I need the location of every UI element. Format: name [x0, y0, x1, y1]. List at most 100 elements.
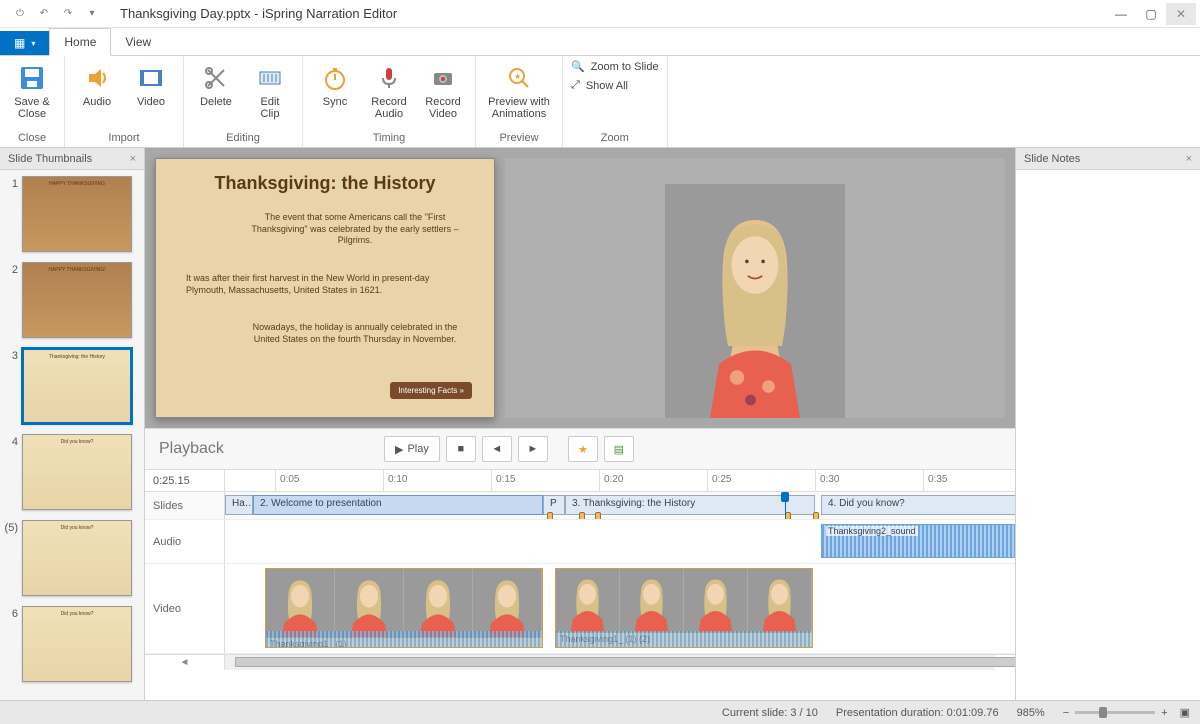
slide-paragraph: It was after their first harvest in the …	[156, 269, 494, 300]
close-panel-icon[interactable]: ×	[1186, 153, 1192, 165]
edit-clip-button[interactable]: Edit Clip	[246, 60, 294, 130]
slides-track[interactable]: Ha…2. Welcome to presentationP3. Thanksg…	[225, 492, 1015, 519]
thumbnail-item[interactable]: 4Did you know?	[4, 434, 140, 510]
zoom-slider-track[interactable]	[1075, 711, 1155, 714]
zoom-out-icon[interactable]: −	[1063, 707, 1069, 719]
thumbnail-item[interactable]: 3 Thanksgiving: the History	[4, 348, 140, 424]
video-frame	[473, 569, 542, 637]
video-clip[interactable]: Thanksgiving1_ (1) (2)	[555, 568, 813, 648]
horizontal-scrollbar[interactable]	[225, 655, 995, 670]
animation-marker[interactable]	[579, 512, 585, 519]
video-waveform	[266, 631, 542, 647]
zoom-slider-thumb[interactable]	[1099, 707, 1107, 718]
timeline-ruler[interactable]: 0:050:100:150:200:250:300:350:40	[225, 470, 1015, 491]
thumbnail-item[interactable]: 2 HAPPY THANKSGIVING!	[4, 262, 140, 338]
video-frame	[620, 569, 684, 632]
thumbnail-caption: Did you know?	[23, 521, 131, 535]
video-track[interactable]: Thanksgiving1_ (1)Thanksgiving1_ (1) (2)	[225, 564, 1015, 653]
record-video-button[interactable]: Record Video	[419, 60, 467, 130]
slide-clip[interactable]: 4. Did you know?	[821, 495, 1015, 515]
tab-home[interactable]: Home	[49, 28, 111, 56]
notes-content[interactable]	[1016, 170, 1200, 700]
undo-icon[interactable]: ↶	[34, 4, 54, 24]
stop-button[interactable]: ■	[446, 436, 476, 462]
thumbnail-image[interactable]: Did you know?	[22, 606, 132, 682]
group-label: Zoom	[563, 130, 667, 147]
ribbon-group-import: Audio Video Import	[65, 56, 184, 147]
thumbnail-number: 2	[4, 262, 18, 276]
timeline-row-video: Video Thanksgiving1_ (1)Thanksgiving1_ (…	[145, 564, 1015, 654]
show-all-button[interactable]: ⤢ Show All	[571, 79, 628, 92]
center-area: Thanksgiving: the History The event that…	[145, 148, 1015, 700]
close-panel-icon[interactable]: ×	[130, 153, 136, 165]
playhead[interactable]	[785, 492, 786, 519]
minimize-button[interactable]: —	[1106, 3, 1136, 25]
sync-button[interactable]: Sync	[311, 60, 359, 130]
tab-view[interactable]: View	[111, 29, 165, 55]
animation-marker[interactable]	[813, 512, 819, 519]
zoom-in-icon[interactable]: +	[1161, 707, 1167, 719]
quick-access-toolbar: ⏻ ↶ ↷ ▾	[4, 4, 108, 24]
audio-clip[interactable]: Thanksgiving2_sound	[821, 524, 1015, 558]
delete-button[interactable]: Delete	[192, 60, 240, 130]
thumbnail-image[interactable]: Did you know?	[22, 520, 132, 596]
ribbon-group-preview: ★ Preview with Animations Preview	[476, 56, 563, 147]
thumbnail-item[interactable]: (5) Did you know?	[4, 520, 140, 596]
slide-clip[interactable]: Ha…	[225, 495, 253, 515]
animation-marker[interactable]	[595, 512, 601, 519]
preview-area: Thanksgiving: the History The event that…	[145, 148, 1015, 428]
preview-animations-button[interactable]: ★ Preview with Animations	[484, 60, 554, 130]
zoom-to-slide-button[interactable]: 🔍 Zoom to Slide	[571, 60, 659, 73]
prev-button[interactable]: ◄	[482, 436, 512, 462]
timeline-scrollbar[interactable]: ◄ ►	[145, 654, 1015, 670]
thumbnail-list[interactable]: 1HAPPY THANKSGIVING 2 HAPPY THANKSGIVING! 3…	[0, 170, 144, 700]
timeline-row-slides: Slides Ha…2. Welcome to presentationP3. …	[145, 492, 1015, 520]
thumbnail-image[interactable]: HAPPY THANKSGIVING!	[22, 262, 132, 338]
playback-bar: Playback ▶Play ■ ◄ ► ★ ▤	[145, 428, 1015, 470]
main-area: Slide Thumbnails × 1HAPPY THANKSGIVING2H…	[0, 148, 1200, 700]
thumbnail-image[interactable]: Thanksgiving: the History	[22, 348, 132, 424]
thumbnail-image[interactable]: HAPPY THANKSGIVING	[22, 176, 132, 252]
record-audio-button[interactable]: Record Audio	[365, 60, 413, 130]
ruler-tick: 0:05	[275, 470, 299, 491]
scroll-left-button[interactable]: ◄	[145, 655, 225, 670]
video-clip[interactable]: Thanksgiving1_ (1)	[265, 568, 543, 648]
thumbnail-image[interactable]: Did you know?	[22, 434, 132, 510]
notes-header: Slide Notes ×	[1016, 148, 1200, 170]
thumbnail-number: (5)	[4, 520, 18, 534]
layout-toggle-button[interactable]: ▤	[604, 436, 634, 462]
status-current-slide: Current slide: 3 / 10	[722, 707, 818, 719]
video-frames	[556, 569, 812, 632]
maximize-button[interactable]: ▢	[1136, 3, 1166, 25]
power-icon[interactable]: ⏻	[10, 4, 30, 24]
play-button[interactable]: ▶Play	[384, 436, 440, 462]
audio-button[interactable]: Audio	[73, 60, 121, 130]
thumbnail-item[interactable]: 1HAPPY THANKSGIVING	[4, 176, 140, 252]
thumbnail-item[interactable]: 6Did you know?	[4, 606, 140, 682]
close-button[interactable]: ✕	[1166, 3, 1196, 25]
audio-track[interactable]: Thanksgiving2_sound	[225, 520, 1015, 563]
thumbnail-number: 3	[4, 348, 18, 362]
video-frame	[335, 569, 404, 637]
statusbar: Current slide: 3 / 10 Presentation durat…	[0, 700, 1200, 724]
scrollbar-thumb[interactable]	[235, 657, 1015, 667]
animation-marker[interactable]	[547, 512, 553, 519]
redo-icon[interactable]: ↷	[58, 4, 78, 24]
timeline[interactable]: 0:25.15 0:050:100:150:200:250:300:350:40…	[145, 470, 1015, 700]
file-tab[interactable]: ▦	[0, 31, 49, 55]
save-close-button[interactable]: Save & Close	[8, 60, 56, 130]
video-button[interactable]: Video	[127, 60, 175, 130]
next-button[interactable]: ►	[518, 436, 548, 462]
qat-dropdown-icon[interactable]: ▾	[82, 4, 102, 24]
slide-clip[interactable]: 2. Welcome to presentation	[253, 495, 543, 515]
star-marker-button[interactable]: ★	[568, 436, 598, 462]
slide-cta-button: Interesting Facts »	[390, 382, 472, 399]
layout-icon: ▤	[614, 443, 624, 456]
slide-clip[interactable]: 3. Thanksgiving: the History	[565, 495, 815, 515]
zoom-fit-icon[interactable]: ▣	[1180, 706, 1190, 719]
menu-icon: ▦	[14, 36, 25, 50]
show-all-icon: ⤢	[571, 79, 580, 92]
zoom-slider[interactable]: − + ▣	[1063, 706, 1190, 719]
stop-icon: ■	[458, 443, 465, 455]
ruler-tick: 0:35	[923, 470, 947, 491]
